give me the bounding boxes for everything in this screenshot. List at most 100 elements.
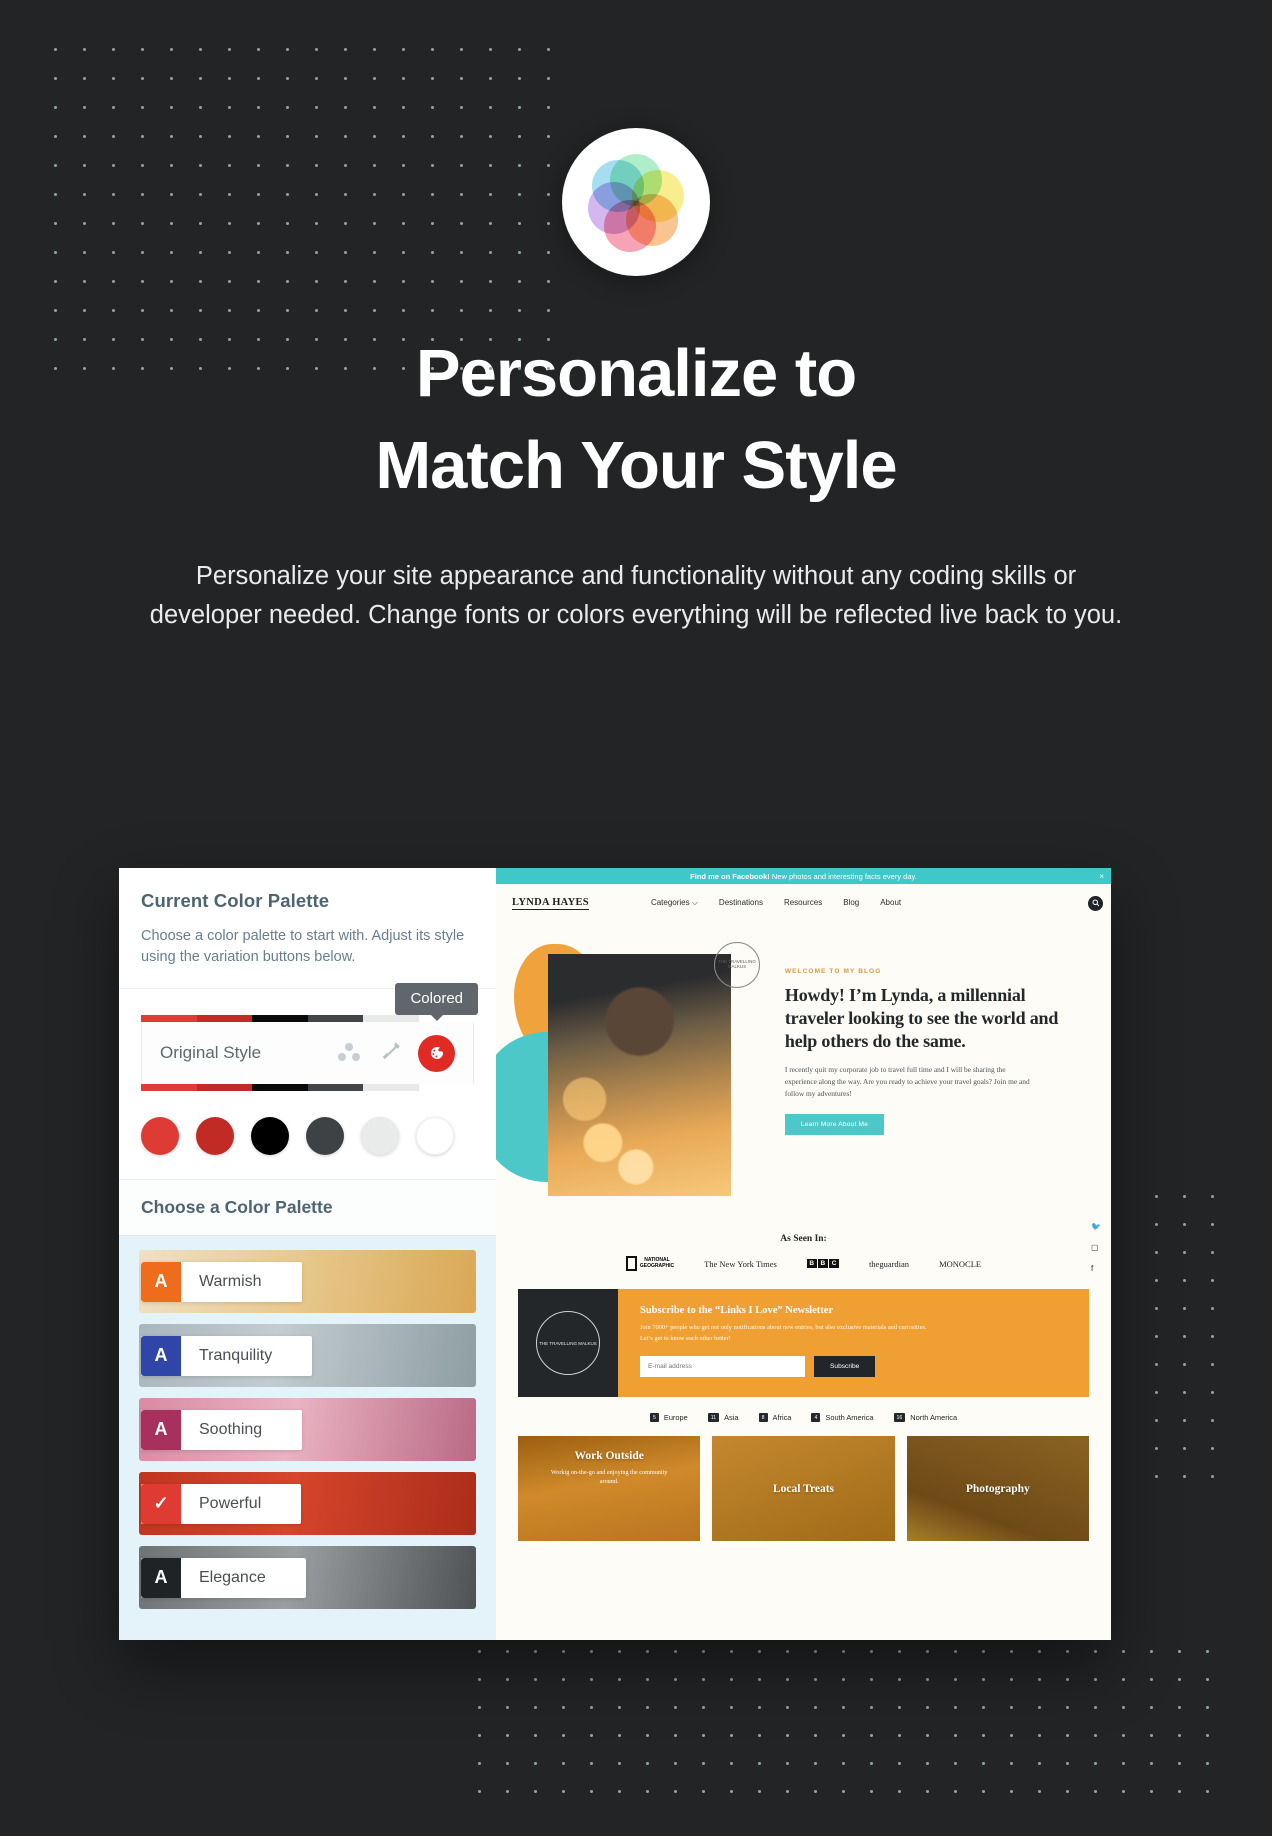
palette-bar-segment: [363, 1015, 419, 1023]
category-tag[interactable]: 11 Asia: [707, 1413, 739, 1422]
dot: [286, 309, 289, 312]
dot: [926, 1790, 929, 1793]
dot: [257, 367, 260, 370]
preview-nav-link[interactable]: About: [880, 898, 901, 908]
preview-card[interactable]: Work Outside Workig on-the-go and enjoyi…: [518, 1436, 701, 1541]
instagram-icon[interactable]: ▢: [1091, 1243, 1101, 1252]
dot: [954, 1790, 957, 1793]
dot: [478, 1650, 481, 1653]
palette-chip: A Soothing: [141, 1409, 303, 1450]
current-style-row[interactable]: Original Style Colored: [141, 983, 478, 1085]
dot: [460, 251, 463, 254]
dot: [199, 193, 202, 196]
dot: [562, 1734, 565, 1737]
color-palette-panel: Current Color Palette Choose a color pal…: [119, 868, 496, 1640]
palette-dots-icon[interactable]: [338, 1042, 360, 1064]
dot: [199, 222, 202, 225]
dot: [870, 1706, 873, 1709]
dot: [1122, 1650, 1125, 1653]
dot: [286, 222, 289, 225]
dot: [926, 1762, 929, 1765]
dot: [402, 367, 405, 370]
dot: [373, 77, 376, 80]
dot: [373, 222, 376, 225]
dot: [506, 1762, 509, 1765]
color-swatch[interactable]: [416, 1117, 454, 1156]
dot: [518, 222, 521, 225]
palette-list-item[interactable]: ✓ Powerful: [139, 1472, 476, 1536]
dot: [1122, 1706, 1125, 1709]
preview-nav-link[interactable]: Resources: [784, 898, 822, 908]
dot: [54, 222, 57, 225]
category-tag[interactable]: 5 Europe: [649, 1413, 688, 1422]
dot: [170, 106, 173, 109]
dot: [982, 1706, 985, 1709]
dot: [112, 193, 115, 196]
color-toggle-icon[interactable]: [418, 1034, 455, 1072]
dot: [112, 251, 115, 254]
category-tag[interactable]: 16 North America: [893, 1413, 957, 1422]
preview-nav-link[interactable]: Destinations: [719, 898, 763, 908]
dot: [83, 193, 86, 196]
choose-palette-title: Choose a Color Palette: [141, 1197, 333, 1218]
subscribe-button[interactable]: Subscribe: [814, 1356, 876, 1378]
dot: [1066, 1762, 1069, 1765]
dot: [786, 1762, 789, 1765]
learn-more-button[interactable]: Learn More About Me: [784, 1113, 885, 1135]
category-tag[interactable]: 8 Africa: [758, 1413, 791, 1422]
color-swatch[interactable]: [141, 1117, 179, 1156]
palette-list-item[interactable]: A Tranquility: [139, 1324, 476, 1388]
preview-logo[interactable]: LYNDA HAYES: [512, 897, 589, 910]
dot: [112, 280, 115, 283]
dot: [702, 1734, 705, 1737]
preview-nav-link[interactable]: Blog: [843, 898, 859, 908]
color-swatch[interactable]: [196, 1117, 234, 1156]
dot: [730, 1650, 733, 1653]
dot: [758, 1650, 761, 1653]
natgeo-frame-icon: [625, 1256, 637, 1271]
palette-list-item[interactable]: A Elegance: [139, 1546, 476, 1610]
dot: [228, 280, 231, 283]
category-tag[interactable]: 4 South America: [811, 1413, 874, 1422]
dot: [431, 338, 434, 341]
dot: [1178, 1678, 1181, 1681]
color-swatch[interactable]: [306, 1117, 344, 1156]
dot: [402, 193, 405, 196]
dot: [228, 164, 231, 167]
brush-icon[interactable]: [380, 1040, 402, 1067]
dot: [926, 1678, 929, 1681]
dot: [199, 251, 202, 254]
dot: [373, 338, 376, 341]
palette-bar-segment: [252, 1015, 308, 1023]
search-icon[interactable]: [1088, 895, 1103, 911]
dot: [257, 309, 260, 312]
facebook-icon[interactable]: f: [1091, 1264, 1101, 1273]
dot: [315, 280, 318, 283]
palette-list-item[interactable]: A Warmish: [139, 1250, 476, 1314]
dot: [344, 338, 347, 341]
dot: [315, 48, 318, 51]
dot: [1038, 1678, 1041, 1681]
palette-list-item[interactable]: A Soothing: [139, 1398, 476, 1462]
email-field[interactable]: [640, 1356, 805, 1378]
dot: [489, 251, 492, 254]
dot-grid-bottom: [478, 1650, 1228, 1805]
twitter-icon[interactable]: 🐦: [1091, 1222, 1101, 1231]
palette-chip: A Tranquility: [141, 1335, 313, 1376]
preview-card[interactable]: Photography: [906, 1436, 1089, 1541]
dot: [786, 1790, 789, 1793]
color-swatch[interactable]: [251, 1117, 289, 1156]
close-icon[interactable]: ×: [1099, 872, 1104, 881]
color-swatch[interactable]: [361, 1117, 399, 1156]
preview-card[interactable]: Local Treats: [712, 1436, 895, 1541]
dot: [54, 193, 57, 196]
dot: [373, 135, 376, 138]
preview-nav-link[interactable]: Categories ⌵: [651, 898, 698, 908]
dot: [431, 309, 434, 312]
dot: [141, 77, 144, 80]
dot: [460, 48, 463, 51]
dot: [758, 1678, 761, 1681]
dot: [1150, 1706, 1153, 1709]
dot: [786, 1706, 789, 1709]
dot: [83, 222, 86, 225]
